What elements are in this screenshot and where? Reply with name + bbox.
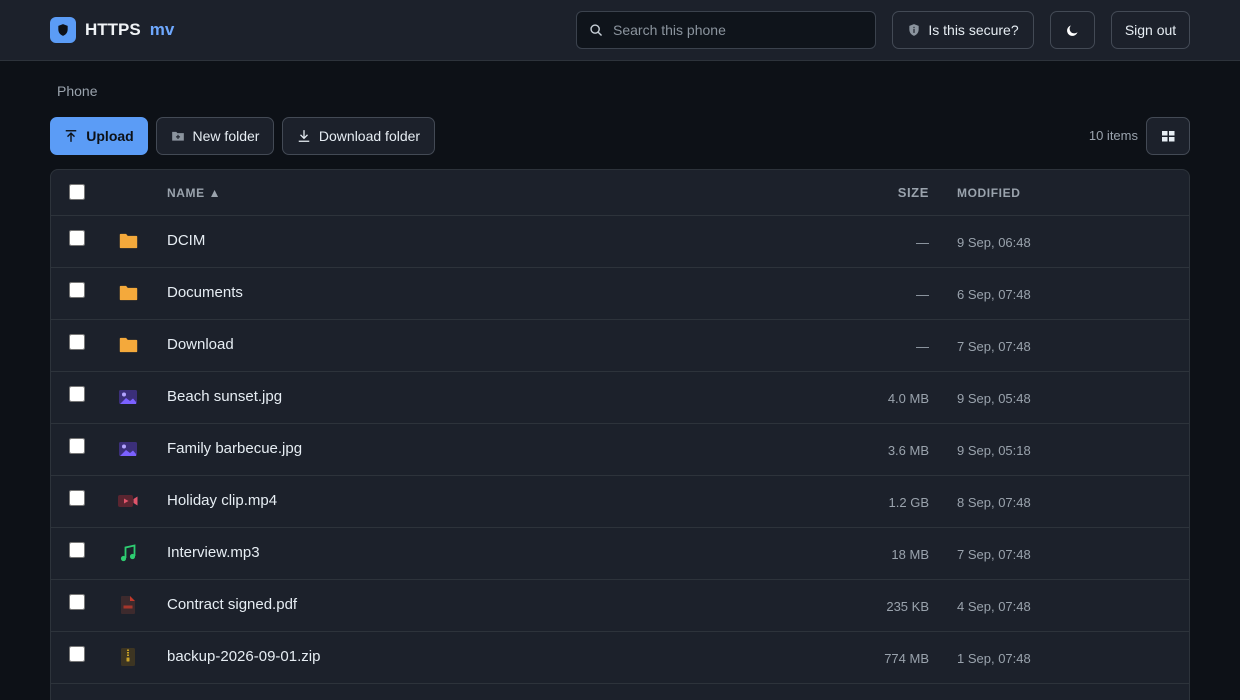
table-row[interactable]: Family barbecue.jpg 3.6 MB 9 Sep, 05:18 <box>51 424 1189 476</box>
brand[interactable]: HTTPS mv <box>50 17 174 43</box>
view-toggle-button[interactable] <box>1146 117 1190 155</box>
file-size: — <box>916 339 929 354</box>
file-name[interactable]: DCIM <box>167 232 205 249</box>
video-icon <box>118 491 138 511</box>
top-bar: HTTPS mv Is this secure? Sign out <box>0 0 1240 61</box>
row-checkbox[interactable] <box>69 334 85 350</box>
breadcrumb[interactable]: Phone <box>57 83 97 99</box>
file-name[interactable]: Contract signed.pdf <box>167 596 297 613</box>
row-checkbox[interactable] <box>69 490 85 506</box>
file-modified: 4 Sep, 07:48 <box>957 599 1031 614</box>
theme-toggle-button[interactable] <box>1050 11 1095 49</box>
file-size: 774 MB <box>884 651 929 666</box>
file-size: 1.2 GB <box>888 495 929 510</box>
table-row[interactable]: Download — 7 Sep, 07:48 <box>51 320 1189 372</box>
file-name[interactable]: Family barbecue.jpg <box>167 440 302 457</box>
file-modified: 1 Sep, 07:48 <box>957 651 1031 666</box>
row-checkbox[interactable] <box>69 282 85 298</box>
table-row[interactable]: Documents — 6 Sep, 07:48 <box>51 268 1189 320</box>
search-icon <box>589 23 603 37</box>
download-folder-button[interactable]: Download folder <box>282 117 435 155</box>
image-icon <box>118 387 138 407</box>
download-folder-label: Download folder <box>318 128 421 144</box>
file-size: 3.6 MB <box>887 443 929 458</box>
folder-icon <box>118 283 138 303</box>
file-size: 235 KB <box>886 599 929 614</box>
table-row[interactable]: DCIM — 9 Sep, 06:48 <box>51 216 1189 268</box>
file-name[interactable]: Documents <box>167 284 243 301</box>
file-modified: 8 Sep, 07:48 <box>957 495 1031 510</box>
items-count: 10 items <box>1088 128 1138 143</box>
file-size: 4.0 MB <box>887 391 929 406</box>
folder-icon <box>118 231 138 251</box>
upload-button[interactable]: Upload <box>50 117 148 155</box>
moon-icon <box>1065 23 1080 38</box>
is-this-secure-label: Is this secure? <box>928 22 1019 38</box>
upload-label: Upload <box>86 128 134 144</box>
file-name[interactable]: Holiday clip.mp4 <box>167 492 277 509</box>
file-size: — <box>916 287 929 302</box>
row-checkbox[interactable] <box>69 542 85 558</box>
new-folder-button[interactable]: New folder <box>156 117 274 155</box>
brand-tag: mv <box>149 20 175 39</box>
image-icon <box>118 439 138 459</box>
table-row[interactable]: Contract signed.pdf 235 KB 4 Sep, 07:48 <box>51 580 1189 632</box>
upload-icon <box>64 129 78 143</box>
column-header-name[interactable]: NAME ▲ <box>167 186 221 200</box>
zip-icon <box>118 647 138 667</box>
file-size: 18 MB <box>891 547 929 562</box>
is-this-secure-button[interactable]: Is this secure? <box>892 11 1034 49</box>
file-modified: 7 Sep, 07:48 <box>957 547 1031 562</box>
shield-info-icon <box>907 23 921 37</box>
table-row[interactable]: Beach sunset.jpg 4.0 MB 9 Sep, 05:48 <box>51 372 1189 424</box>
file-modified: 9 Sep, 06:48 <box>957 235 1031 250</box>
brand-name: HTTPS <box>85 20 141 39</box>
row-checkbox[interactable] <box>69 438 85 454</box>
shield-logo-icon <box>50 17 76 43</box>
row-checkbox[interactable] <box>69 230 85 246</box>
file-modified: 9 Sep, 05:48 <box>957 391 1031 406</box>
audio-icon <box>118 543 138 563</box>
table-row[interactable]: Holiday clip.mp4 1.2 GB 8 Sep, 07:48 <box>51 476 1189 528</box>
sign-out-button[interactable]: Sign out <box>1111 11 1190 49</box>
file-modified: 9 Sep, 05:18 <box>957 443 1031 458</box>
pdf-icon <box>118 595 138 615</box>
table-row[interactable]: backup-2026-09-01.zip 774 MB 1 Sep, 07:4… <box>51 632 1189 684</box>
file-name[interactable]: Interview.mp3 <box>167 544 260 561</box>
file-name[interactable]: Download <box>167 336 234 353</box>
table-row[interactable]: Interview.mp3 18 MB 7 Sep, 07:48 <box>51 528 1189 580</box>
file-size: — <box>916 235 929 250</box>
select-all-checkbox[interactable] <box>69 184 85 200</box>
folder-icon <box>118 335 138 355</box>
file-modified: 6 Sep, 07:48 <box>957 287 1031 302</box>
file-name[interactable]: Beach sunset.jpg <box>167 388 282 405</box>
table-header: NAME ▲ SIZE MODIFIED <box>51 170 1189 216</box>
folder-plus-icon <box>171 129 185 143</box>
search-box <box>576 11 876 49</box>
search-input[interactable] <box>613 22 853 38</box>
new-folder-label: New folder <box>192 128 260 144</box>
file-table: NAME ▲ SIZE MODIFIED DCIM — 9 Sep, 06:48… <box>50 169 1190 700</box>
file-name[interactable]: backup-2026-09-01.zip <box>167 648 320 665</box>
column-header-size[interactable]: SIZE <box>898 185 929 200</box>
row-checkbox[interactable] <box>69 594 85 610</box>
download-icon <box>297 129 311 143</box>
row-checkbox[interactable] <box>69 646 85 662</box>
file-modified: 7 Sep, 07:48 <box>957 339 1031 354</box>
grid-view-icon <box>1161 130 1175 142</box>
column-header-modified[interactable]: MODIFIED <box>957 186 1020 200</box>
row-checkbox[interactable] <box>69 386 85 402</box>
